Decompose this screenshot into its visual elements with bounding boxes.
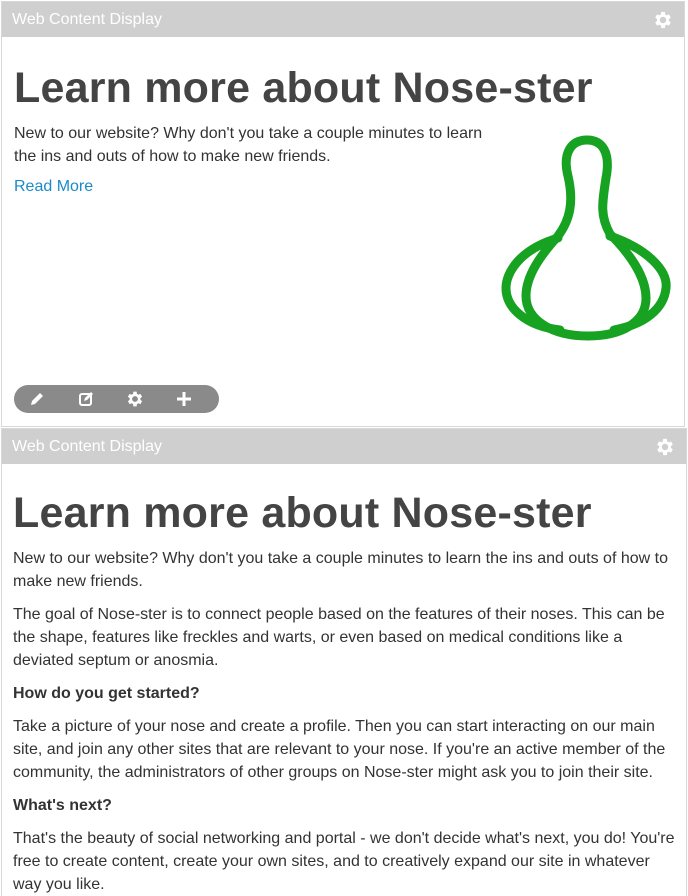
web-content-portlet-2: Web Content Display Learn more about Nos… [1,428,687,896]
web-content-portlet-1: Web Content Display Learn more about Nos… [1,1,685,427]
add-plus-icon[interactable] [174,389,194,409]
portlet-title: Web Content Display [12,11,162,28]
article-heading: Learn more about Nose-ster [14,64,593,112]
paragraph-whats-next: That's the beauty of social networking a… [13,830,675,893]
portlet-header: Web Content Display [2,2,684,37]
gear-icon[interactable] [652,9,674,31]
gear-icon[interactable] [654,436,676,458]
portlet-title: Web Content Display [12,438,162,455]
settings-gear-icon[interactable] [125,389,145,409]
read-more-link[interactable]: Read More [14,178,93,196]
content-toolbar [14,385,219,413]
paragraph-get-started: Take a picture of your nose and create a… [13,718,666,781]
subheading-get-started: How do you get started? [13,685,200,702]
subheading-whats-next: What's next? [13,797,112,814]
intro-text: New to our website? Why don't you take a… [14,125,483,165]
paragraph-intro: New to our website? Why don't you take a… [13,550,668,590]
article-heading: Learn more about Nose-ster [13,489,592,537]
article-body: New to our website? Why don't you take a… [13,547,675,896]
portlet-header: Web Content Display [2,429,686,464]
nose-image [501,135,671,341]
paragraph-goal: The goal of Nose-ster is to connect peop… [13,606,665,669]
edit-pencil-icon[interactable] [27,389,47,409]
edit-square-icon[interactable] [76,389,96,409]
